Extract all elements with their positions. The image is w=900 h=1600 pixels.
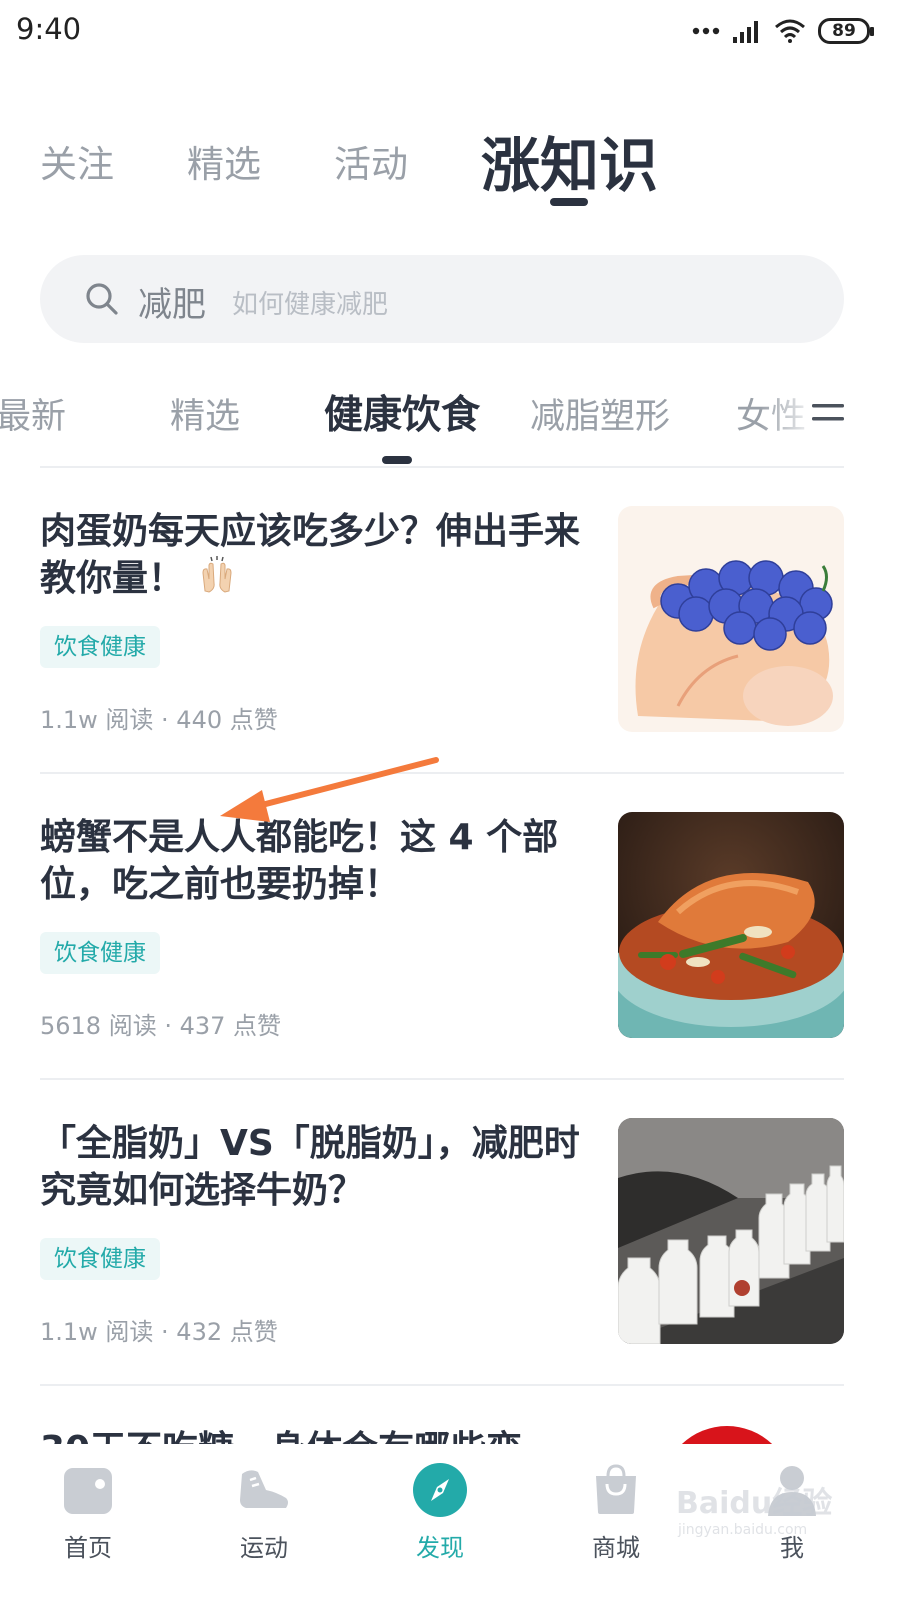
hand-grapes-illustration (618, 506, 844, 732)
milk-bottles-photo (618, 1118, 844, 1344)
active-tab-indicator (550, 198, 588, 206)
status-time: 9:40 (16, 12, 82, 46)
tab-fade-overlay (760, 376, 820, 472)
article-thumbnail (618, 812, 844, 1038)
status-bar: 9:40 89 (0, 0, 900, 62)
nav-home[interactable]: 首页 (28, 1462, 148, 1563)
nav-label: 运动 (240, 1534, 288, 1562)
nav-discover[interactable]: 发现 (380, 1462, 500, 1563)
article-card[interactable]: 螃蟹不是人人都能吃！这 4 个部位，吃之前也要扔掉！ 饮食健康 5618 阅读 … (40, 812, 844, 1040)
tab-knowledge[interactable]: 涨知识 (481, 118, 658, 203)
search-keyword: 减肥 (138, 285, 206, 325)
home-icon (64, 1468, 112, 1514)
tab-follow[interactable]: 关注 (40, 134, 114, 188)
menu-icon[interactable] (812, 402, 844, 424)
search-bar[interactable]: 减肥 如何健康减肥 (40, 255, 844, 343)
article-card[interactable]: 肉蛋奶每天应该吃多少？伸出手来教你量！ 饮食健康 1.1w 阅读 · 440 点… (40, 506, 844, 734)
category-tab-fat-loss[interactable]: 减脂塑形 (530, 388, 670, 439)
nav-label: 发现 (416, 1534, 464, 1562)
article-title: 肉蛋奶每天应该吃多少？伸出手来教你量！ (40, 511, 581, 599)
category-active-indicator (382, 456, 412, 464)
signal-icon (733, 21, 758, 43)
watermark-text: Baidu经验 (676, 1486, 833, 1521)
tab-activity[interactable]: 活动 (334, 134, 408, 188)
category-tab-featured[interactable]: 精选 (170, 388, 240, 439)
status-icons: 89 (692, 14, 874, 48)
top-tab-bar: 关注 精选 活动 涨知识 (40, 118, 860, 218)
article-meta: 1.1w 阅读 · 440 点赞 (40, 706, 278, 734)
nav-label: 首页 (64, 1534, 112, 1562)
next-article-title[interactable]: 30天不吃糖，身体会有哪些变 (40, 1426, 522, 1446)
crab-dish-photo (618, 812, 844, 1038)
raising-hands-icon (202, 556, 232, 593)
watermark-subtext: jingyan.baidu.com (678, 1522, 808, 1538)
article-thumbnail (618, 506, 844, 732)
search-icon (86, 283, 118, 315)
more-dots-icon (692, 27, 720, 35)
category-tab-bar: 最新 精选 健康饮食 减脂塑形 女性 (0, 376, 900, 472)
divider (40, 1384, 844, 1386)
divider (40, 1078, 844, 1080)
baidu-watermark: Baidu经验 jingyan.baidu.com (672, 1470, 842, 1560)
article-meta: 1.1w 阅读 · 432 点赞 (40, 1318, 278, 1346)
article-tag[interactable]: 饮食健康 (40, 626, 160, 668)
nav-sports[interactable]: 运动 (204, 1462, 324, 1563)
shoe-icon (240, 1470, 288, 1508)
battery-indicator: 89 (818, 18, 874, 44)
divider (40, 466, 844, 468)
compass-icon (413, 1463, 467, 1517)
article-tag[interactable]: 饮食健康 (40, 1238, 160, 1280)
shopping-bag-icon (596, 1464, 636, 1514)
nav-shop[interactable]: 商城 (556, 1462, 676, 1563)
category-tab-healthy-diet[interactable]: 健康饮食 (324, 384, 480, 440)
category-tab-latest[interactable]: 最新 (0, 388, 66, 439)
article-meta: 5618 阅读 · 437 点赞 (40, 1012, 282, 1040)
article-tag[interactable]: 饮食健康 (40, 932, 160, 974)
article-card[interactable]: 「全脂奶」VS「脱脂奶」，减肥时究竟如何选择牛奶？ 饮食健康 1.1w 阅读 ·… (40, 1118, 844, 1346)
article-thumbnail (618, 1118, 844, 1344)
search-placeholder: 如何健康减肥 (232, 290, 389, 320)
article-title: 「全脂奶」VS「脱脂奶」，减肥时究竟如何选择牛奶？ (40, 1123, 580, 1211)
nav-label: 商城 (592, 1534, 640, 1562)
wifi-icon (775, 19, 805, 43)
annotation-arrow-icon (220, 757, 439, 822)
tab-featured[interactable]: 精选 (187, 134, 261, 188)
